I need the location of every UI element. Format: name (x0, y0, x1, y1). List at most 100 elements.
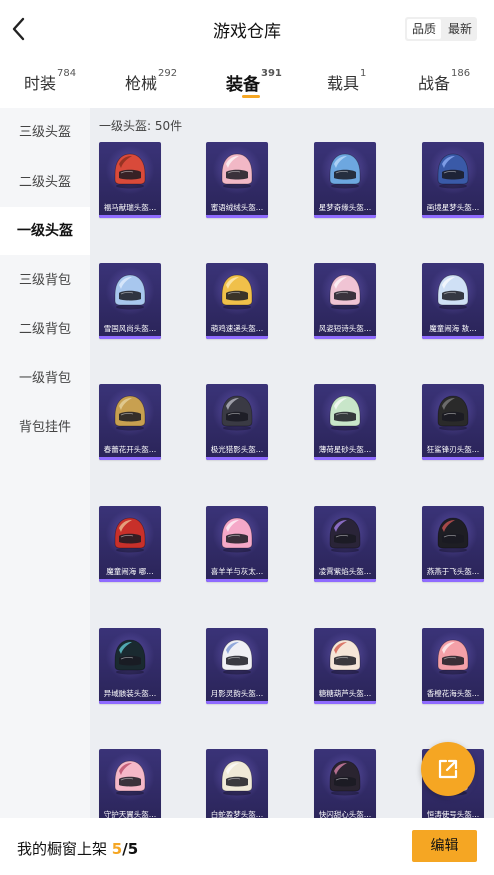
tab-count: 186 (451, 68, 471, 79)
rarity-bar (422, 701, 484, 704)
tab-vehicles[interactable]: 载具1 (327, 68, 366, 94)
helmet-icon (329, 760, 361, 796)
helmet-icon (221, 639, 253, 675)
item-card[interactable]: 白蛇盈梦头盔… (206, 749, 268, 818)
tab-weapons[interactable]: 枪械292 (125, 68, 178, 94)
rarity-bar (99, 336, 161, 339)
item-card[interactable]: 星梦奇缘头盔… (314, 142, 376, 218)
item-card[interactable]: 月影灵韵头盔… (206, 628, 268, 704)
helmet-icon (114, 517, 146, 553)
item-card[interactable]: 糖糖葫芦头盔… (314, 628, 376, 704)
item-card[interactable]: 异域骸装头盔… (99, 628, 161, 704)
rarity-bar (206, 457, 268, 460)
item-card[interactable]: 快闪甜心头盔… (314, 749, 376, 818)
item-name: 福马献瑞头盔… (103, 203, 157, 212)
sidebar-item-level3-helmet[interactable]: 三级头盔 (0, 109, 90, 157)
sidebar-item-level3-backpack[interactable]: 三级背包 (0, 257, 90, 305)
helmet-icon (221, 517, 253, 553)
item-card[interactable]: 薄荷星砂头盔… (314, 384, 376, 460)
item-name: 快闪甜心头盔… (318, 810, 372, 818)
rarity-bar (206, 701, 268, 704)
rarity-bar (206, 215, 268, 218)
tab-equipment[interactable]: 装备391 (226, 68, 282, 95)
item-name: 魔童闹海 哪… (106, 567, 154, 576)
helmet-icon (221, 395, 253, 431)
item-name: 糖糖葫芦头盔… (318, 689, 372, 698)
item-card[interactable]: 燕燕于飞头盔… (422, 506, 484, 582)
item-name: 魔童闹海 敖… (429, 324, 477, 333)
helmet-icon (437, 153, 469, 189)
item-card[interactable]: 狂鲨锋刃头盔… (422, 384, 484, 460)
tab-label: 装备 (226, 75, 260, 95)
helmet-icon (221, 760, 253, 796)
share-button[interactable] (421, 742, 475, 796)
item-card[interactable]: 蜜语绒绒头盔… (206, 142, 268, 218)
item-card[interactable]: 喜羊羊与灰太… (206, 506, 268, 582)
tab-label: 战备 (418, 74, 451, 93)
helmet-icon (114, 153, 146, 189)
helmet-icon (329, 395, 361, 431)
sidebar-item-level2-helmet[interactable]: 二级头盔 (0, 159, 90, 207)
item-name: 萌鸡速递头盔… (210, 324, 264, 333)
helmet-icon (221, 274, 253, 310)
item-card[interactable]: 画境星梦头盔… (422, 142, 484, 218)
item-card[interactable]: 香橙花海头盔… (422, 628, 484, 704)
item-card[interactable]: 风姿短诗头盔… (314, 263, 376, 339)
item-card[interactable]: 魔童闹海 敖… (422, 263, 484, 339)
item-card[interactable]: 雪国风尚头盔… (99, 263, 161, 339)
rarity-bar (422, 336, 484, 339)
sidebar-item-level2-backpack[interactable]: 二级背包 (0, 306, 90, 354)
item-name: 香橙花海头盔… (426, 689, 480, 698)
item-name: 燕燕于飞头盔… (426, 567, 480, 576)
item-card[interactable]: 萌鸡速递头盔… (206, 263, 268, 339)
category-tabs: 时装784 枪械292 装备391 载具1 战备186 (0, 66, 494, 106)
rarity-bar (422, 457, 484, 460)
item-card[interactable]: 守护天翼头盔… (99, 749, 161, 818)
item-card[interactable]: 魔童闹海 哪… (99, 506, 161, 582)
item-name: 恒涛使号头盔… (426, 810, 480, 818)
active-tab-indicator (242, 95, 260, 98)
rarity-bar (314, 701, 376, 704)
helmet-icon (221, 153, 253, 189)
sort-toggle: 品质 最新 (405, 17, 477, 41)
rarity-bar (99, 215, 161, 218)
item-grid-panel: 一级头盔: 50件 福马献瑞头盔… 蜜语绒绒头盔… 星梦奇缘头盔… 画境星梦头盔… 雪国… (90, 108, 494, 818)
tab-count: 292 (158, 68, 178, 79)
item-card[interactable]: 福马献瑞头盔… (99, 142, 161, 218)
item-name: 春蕾花开头盔… (103, 445, 157, 454)
rarity-bar (99, 579, 161, 582)
sort-quality-option[interactable]: 品质 (407, 19, 441, 39)
helmet-icon (114, 760, 146, 796)
rarity-bar (422, 579, 484, 582)
item-name: 星梦奇缘头盔… (318, 203, 372, 212)
helmet-icon (329, 639, 361, 675)
bottom-bar: 我的橱窗上架 5/5 编辑 (0, 818, 494, 875)
rarity-bar (314, 336, 376, 339)
rarity-bar (99, 701, 161, 704)
item-name: 狂鲨锋刃头盔… (426, 445, 480, 454)
rarity-bar (314, 457, 376, 460)
sidebar-item-level1-helmet[interactable]: 一级头盔 (0, 207, 90, 255)
item-name: 守护天翼头盔… (103, 810, 157, 818)
item-name: 凌霄紫焰头盔… (318, 567, 372, 576)
sidebar-item-level1-backpack[interactable]: 一级背包 (0, 355, 90, 403)
item-name: 极光猎影头盔… (210, 445, 264, 454)
rarity-bar (422, 215, 484, 218)
tab-fashion[interactable]: 时装784 (24, 68, 77, 94)
tab-supplies[interactable]: 战备186 (418, 68, 471, 94)
edit-button[interactable]: 编辑 (412, 830, 477, 862)
item-name: 薄荷星砂头盔… (318, 445, 372, 454)
sort-latest-option[interactable]: 最新 (443, 17, 477, 41)
tab-count: 784 (57, 68, 77, 79)
rarity-bar (206, 579, 268, 582)
helmet-icon (329, 274, 361, 310)
item-name: 异域骸装头盔… (103, 689, 157, 698)
item-card[interactable]: 凌霄紫焰头盔… (314, 506, 376, 582)
item-name: 月影灵韵头盔… (210, 689, 264, 698)
tab-count: 391 (261, 68, 282, 79)
helmet-icon (437, 639, 469, 675)
rarity-bar (314, 579, 376, 582)
item-card[interactable]: 极光猎影头盔… (206, 384, 268, 460)
item-card[interactable]: 春蕾花开头盔… (99, 384, 161, 460)
sidebar-item-backpack-charm[interactable]: 背包挂件 (0, 404, 90, 452)
